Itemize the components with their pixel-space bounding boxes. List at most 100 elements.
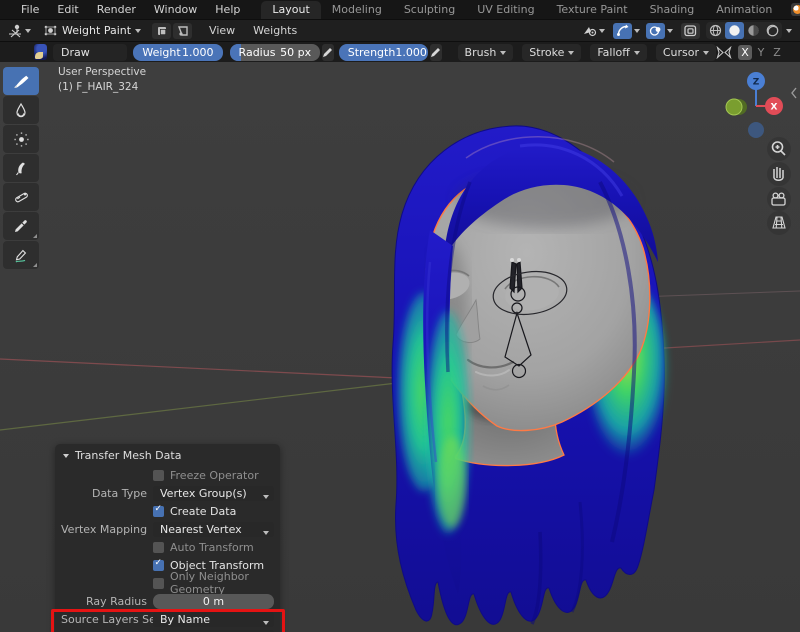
strength-slider[interactable]: Strength 1.000 — [339, 44, 428, 61]
sample-weight-tool[interactable] — [3, 212, 39, 240]
rendered-shading-icon — [766, 24, 779, 37]
chevron-down-icon[interactable] — [634, 29, 640, 36]
show-overlays-toggle[interactable] — [646, 23, 665, 39]
draw-brush-tool[interactable] — [3, 67, 39, 95]
auto-transform-checkbox[interactable] — [153, 542, 164, 553]
average-brush-tool[interactable] — [3, 125, 39, 153]
annotate-icon — [13, 247, 30, 264]
chevron-down-icon — [263, 621, 269, 628]
brush-name-label: Draw — [61, 46, 90, 59]
menu-render[interactable]: Render — [88, 1, 145, 19]
tab-uv-editing[interactable]: UV Editing — [466, 1, 545, 19]
pen-pressure-icon — [430, 47, 441, 58]
blur-brush-tool[interactable] — [3, 96, 39, 124]
toolshelf — [3, 67, 41, 270]
strength-label: Strength — [348, 46, 396, 59]
menu-window[interactable]: Window — [145, 1, 206, 19]
menu-help[interactable]: Help — [206, 1, 249, 19]
nav-gizmo[interactable]: Z X — [726, 72, 783, 138]
mirror-y-button[interactable]: Y — [754, 45, 768, 60]
data-type-dropdown[interactable]: Vertex Group(s) — [153, 486, 274, 501]
panel-header[interactable]: Transfer Mesh Data — [55, 444, 280, 466]
wireframe-shading-button[interactable] — [706, 22, 725, 39]
transfer-mesh-data-panel: Transfer Mesh Data Freeze Operator Data … — [55, 444, 280, 632]
cursor-popover-label: Cursor — [663, 46, 699, 59]
visibility-icon — [582, 25, 597, 37]
source-layers-dropdown[interactable]: By Name — [153, 612, 274, 627]
source-layers-value: By Name — [160, 613, 210, 626]
toggle-xray-button[interactable] — [681, 23, 700, 39]
vertex-mapping-value: Nearest Vertex — [160, 523, 242, 536]
face-mask-toggle[interactable] — [173, 23, 192, 39]
rendered-shading-button[interactable] — [763, 22, 782, 39]
menu-weights[interactable]: Weights — [244, 22, 306, 40]
workspace-tabs: Layout Modeling Sculpting UV Editing Tex… — [261, 0, 800, 19]
chevron-down-icon[interactable] — [667, 29, 673, 36]
tab-layout[interactable]: Layout — [261, 1, 320, 19]
material-shading-button[interactable] — [744, 22, 763, 39]
strength-value: 1.000 — [395, 46, 427, 59]
radius-slider[interactable]: Radius 50 px — [230, 44, 321, 61]
create-data-checkbox[interactable] — [153, 506, 164, 517]
ray-radius-value: 0 m — [203, 595, 224, 608]
pan-hand-button[interactable] — [767, 162, 791, 186]
chevron-down-icon[interactable] — [786, 29, 792, 36]
camera-view-button[interactable] — [767, 187, 791, 211]
brush-popover[interactable]: Brush — [458, 44, 514, 61]
solid-shading-button[interactable] — [725, 22, 744, 39]
show-gizmos-toggle[interactable] — [613, 23, 632, 39]
object-transform-checkbox[interactable] — [153, 560, 164, 571]
solid-shading-icon — [728, 24, 741, 37]
toggle-projection-button[interactable] — [767, 211, 791, 235]
pen-pressure-icon — [322, 47, 333, 58]
chevron-down-icon — [568, 51, 574, 58]
cursor-popover[interactable]: Cursor — [656, 44, 716, 61]
smear-brush-tool[interactable] — [3, 154, 39, 182]
blur-brush-icon — [13, 101, 29, 119]
brush-preview[interactable] — [34, 44, 47, 60]
wireframe-shading-icon — [709, 24, 722, 37]
tab-modeling[interactable]: Modeling — [321, 1, 393, 19]
chevron-down-icon — [263, 531, 269, 538]
vertex-mask-toggle[interactable] — [152, 23, 171, 39]
object-visibility-button[interactable] — [579, 22, 608, 39]
weight-paint-mode-icon — [43, 24, 58, 37]
ray-radius-field[interactable]: 0 m — [153, 594, 274, 609]
tab-animation[interactable]: Animation — [705, 1, 783, 19]
weight-slider[interactable]: Weight 1.000 — [133, 44, 222, 61]
ray-radius-label: Ray Radius — [61, 595, 153, 608]
vertex-mapping-dropdown[interactable]: Nearest Vertex — [153, 522, 274, 537]
topbar: File Edit Render Window Help Layout Mode… — [0, 0, 800, 20]
falloff-popover[interactable]: Falloff — [590, 44, 646, 61]
weight-label: Weight — [142, 46, 180, 59]
tab-sculpting[interactable]: Sculpting — [393, 1, 466, 19]
view-perspective-label: User Perspective — [58, 66, 146, 78]
mirror-z-button[interactable]: Z — [770, 45, 784, 60]
face-mask-icon — [177, 25, 189, 37]
sidebar-collapse-arrow[interactable] — [792, 88, 796, 98]
mode-selector[interactable]: Weight Paint — [40, 22, 144, 39]
scene-icon[interactable] — [791, 3, 800, 16]
material-shading-icon — [747, 24, 760, 37]
editor-type-button[interactable] — [5, 22, 34, 39]
mirror-x-button[interactable]: X — [738, 45, 752, 60]
chevron-down-icon — [599, 29, 605, 36]
eyedropper-icon — [13, 218, 29, 234]
3d-viewport[interactable]: User Perspective (1) F_HAIR_324 — [0, 62, 800, 632]
brush-name-field[interactable]: Draw — [53, 44, 127, 61]
tab-shading[interactable]: Shading — [639, 1, 706, 19]
stroke-popover[interactable]: Stroke — [522, 44, 581, 61]
tab-texture-paint[interactable]: Texture Paint — [546, 1, 639, 19]
gradient-tool[interactable] — [3, 183, 39, 211]
chevron-down-icon — [135, 29, 141, 36]
menu-edit[interactable]: Edit — [48, 1, 87, 19]
menu-file[interactable]: File — [12, 1, 48, 19]
radius-pressure-button[interactable] — [322, 44, 334, 61]
zoom-button[interactable] — [767, 137, 791, 161]
freeze-operator-checkbox[interactable] — [153, 470, 164, 481]
strength-pressure-button[interactable] — [430, 44, 442, 61]
annotate-tool[interactable] — [3, 241, 39, 269]
mode-label: Weight Paint — [62, 24, 131, 37]
menu-view[interactable]: View — [200, 22, 244, 40]
only-neighbor-geometry-checkbox[interactable] — [153, 578, 164, 589]
